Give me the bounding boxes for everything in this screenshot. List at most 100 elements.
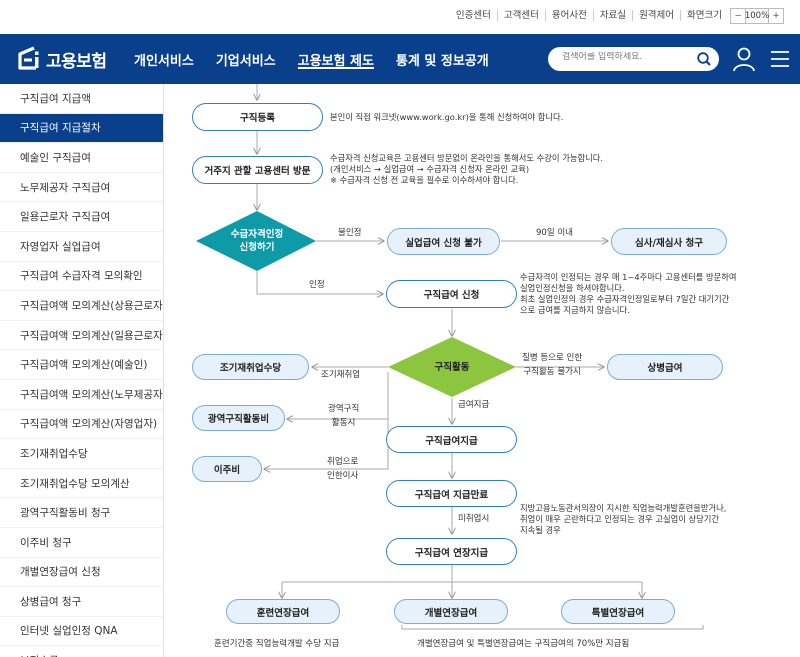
sidebar-item-moving-claim[interactable]: 이주비 청구 (0, 528, 163, 558)
note-visit-center: 수급자격 신청교육은 고용센터 방문없이 온라인을 통해서도 수강이 가능합니다… (330, 153, 603, 186)
node-individual-extension-label: 개별연장급여 (424, 607, 478, 619)
user-icon[interactable] (732, 46, 756, 72)
node-payment-expiry-label: 구직급여 지급만료 (414, 489, 489, 501)
node-job-registration: 구직등록 (192, 103, 323, 131)
note-benefit-application-line-1: 수급자격이 인정되는 경우 매 1~4주마다 고용센터를 방문하여 (520, 272, 737, 282)
note-benefit-application-line-2: 실업인정신청을 하셔야합니다. (520, 283, 625, 293)
nav-personal[interactable]: 개인서비스 (134, 34, 194, 84)
node-early-reemployment: 조기재취업수당 (192, 354, 309, 380)
label-approved: 인정 (309, 280, 325, 290)
sidebar-item-artist[interactable]: 예술인 구직급여 (0, 143, 163, 173)
node-wide-area-job-search-label: 광역구직활동비 (207, 414, 270, 425)
label-benefit-paid: 급여지급 (458, 400, 490, 410)
search-box (548, 47, 719, 71)
node-special-extension: 특별연장급여 (561, 599, 675, 624)
sidebar-item-early-reemployment[interactable]: 조기재취업수당 (0, 439, 163, 469)
zoom-control: − 100% + (730, 8, 784, 24)
node-sickness-benefit-label: 상병급여 (647, 363, 683, 374)
main-header: 고용보험 개인서비스 기업서비스 고용보험 제도 통계 및 정보공개 (0, 34, 800, 84)
note-payment-expiry: 지방고용노동관서의장이 지시한 직업능력개발훈련을받거나, 취업이 매우 곤란하… (520, 503, 726, 536)
search-input[interactable] (562, 52, 692, 62)
label-wide-area-line-1: 광역구직 (328, 404, 360, 414)
util-link-customer[interactable]: 고객센터 (496, 10, 545, 21)
node-benefit-payment-label: 구직급여지급 (425, 435, 478, 447)
note-payment-expiry-line-3: 지속될 경우 (520, 525, 561, 535)
node-job-search-activity: 구직활동 (412, 360, 492, 374)
zoom-value: 100% (744, 9, 770, 23)
note-benefit-application-line-3: 최초 실업인정의 경우 수급자격인정일로부터 7일간 대기기간 (520, 294, 730, 304)
sidebar-item-eligibility-check[interactable]: 구직급여 수급자격 모의확인 (0, 262, 163, 292)
note-payment-expiry-line-2: 취업이 매우 곤란하다고 인정되는 경우 고실업이 상당기간 (520, 514, 720, 524)
node-not-eligible-label: 실업급여 신청 불가 (405, 237, 482, 249)
footnote-extension: 개별연장급여 및 특별연장급여는 구직급여의 70%만 지급됨 (417, 639, 630, 649)
nav-insurance-system[interactable]: 고용보험 제도 (297, 34, 375, 84)
node-job-search-activity-label: 구직활동 (434, 361, 470, 373)
node-wide-area-job-search: 광역구직활동비 (192, 405, 285, 431)
util-link-auth[interactable]: 인증센터 (450, 10, 497, 21)
label-moving-condition: 취업으로 인한이사 (327, 455, 358, 483)
node-review-request: 심사/재심사 청구 (611, 228, 727, 255)
note-payment-expiry-line-1: 지방고용노동관서의장이 지시한 직업능력개발훈련을받거나, (520, 503, 727, 513)
sidebar-item-calc-artist[interactable]: 구직급여액 모의계산(예술인) (0, 350, 163, 380)
search-icon[interactable] (696, 51, 712, 67)
sidebar-item-fraud[interactable]: 부정수급 (0, 646, 163, 657)
label-moving-line-1: 취업으로 (327, 457, 359, 467)
footnote-training: 훈련기간중 직업능력개발 수당 지급 (214, 639, 340, 649)
nav-statistics[interactable]: 통계 및 정보공개 (396, 34, 489, 84)
sidebar-item-calc-labor-provider[interactable]: 구직급여액 모의계산(노무제공자) (0, 380, 163, 410)
note-visit-center-line-3: ※ 수급자격 신청 전 교육을 필수로 이수하셔야 합니다. (330, 175, 519, 185)
utility-bar: 인증센터 고객센터 용어사전 자료실 원격제어 화면크기 − 100% + (0, 0, 800, 34)
node-benefit-application: 구직급여 신청 (386, 280, 517, 308)
sidebar-item-early-reemployment-calc[interactable]: 조기재취업수당 모의계산 (0, 469, 163, 499)
sidebar-item-labor-provider[interactable]: 노무제공자 구직급여 (0, 173, 163, 203)
sidebar-item-payment-procedure[interactable]: 구직급여 지급절차 (0, 113, 163, 144)
sidebar-item-self-employed[interactable]: 자영업자 실업급여 (0, 232, 163, 262)
node-job-registration-label: 구직등록 (240, 113, 275, 124)
zoom-out-button[interactable]: − (731, 9, 745, 23)
label-rejected: 불인정 (338, 228, 362, 238)
util-link-glossary[interactable]: 용어사전 (544, 10, 593, 21)
note-benefit-application: 수급자격이 인정되는 경우 매 1~4주마다 고용센터를 방문하여 실업인정신청… (520, 272, 737, 316)
node-visit-center-label: 거주지 관할 고용센터 방문 (204, 166, 311, 177)
label-sickness-line-2: 구직활동 불가시 (523, 367, 581, 377)
node-visit-center: 거주지 관할 고용센터 방문 (192, 156, 323, 184)
util-link-screen-size: 화면크기 (680, 10, 728, 21)
node-training-extension: 훈련연장급여 (226, 599, 340, 624)
node-qualification-decision: 수급자격인정 신청하기 (210, 224, 304, 258)
label-sickness-line-1: 질병 등으로 인한 (522, 353, 583, 363)
label-early-reemployment: 조기재취업 (321, 370, 361, 380)
sidebar-item-wide-area-claim[interactable]: 광역구직활동비 청구 (0, 498, 163, 528)
sidebar-item-daily-worker[interactable]: 일용근로자 구직급여 (0, 202, 163, 232)
node-extended-payment-label: 구직급여 연장지급 (414, 547, 489, 559)
sidebar-item-calc-regular[interactable]: 구직급여액 모의계산(상용근로자) (0, 291, 163, 321)
nav-business[interactable]: 기업서비스 (216, 34, 276, 84)
sidebar-item-benefit-amount[interactable]: 구직급여 지급액 (0, 84, 163, 114)
label-wide-area-line-2: 활동시 (331, 418, 356, 428)
util-link-library[interactable]: 자료실 (592, 10, 632, 21)
sidebar-item-calc-self-employed[interactable]: 구직급여액 모의계산(자영업자) (0, 410, 163, 440)
note-job-registration: 본인이 직접 워크넷(www.work.go.kr)을 통해 신청하여야 합니다… (330, 112, 564, 122)
node-review-request-label: 심사/재심사 청구 (635, 237, 703, 249)
sidebar-item-online-qna[interactable]: 인터넷 실업인정 QNA (0, 617, 163, 647)
zoom-in-button[interactable]: + (769, 9, 783, 23)
node-extended-payment: 구직급여 연장지급 (386, 538, 517, 565)
label-moving-line-2: 인한이사 (327, 471, 359, 481)
main-nav: 개인서비스 기업서비스 고용보험 제도 통계 및 정보공개 (134, 34, 511, 84)
sidebar-item-sickness-claim[interactable]: 상병급여 청구 (0, 587, 163, 617)
label-wide-area-condition: 광역구직 활동시 (328, 402, 359, 430)
sidebar-item-individual-extension[interactable]: 개별연장급여 신청 (0, 558, 163, 588)
note-visit-center-line-1: 수급자격 신청교육은 고용센터 방문없이 온라인을 통해서도 수강이 가능합니다… (330, 153, 603, 163)
node-qualification-line-2: 신청하기 (239, 242, 275, 253)
sidebar-menu: 구직급여 지급액 구직급여 지급절차 예술인 구직급여 노무제공자 구직급여 일… (0, 84, 164, 657)
node-benefit-payment: 구직급여지급 (386, 426, 517, 453)
node-special-extension-label: 특별연장급여 (591, 607, 645, 619)
logo-mark-icon (14, 44, 42, 74)
hamburger-menu-icon[interactable] (770, 50, 790, 68)
node-benefit-application-label: 구직급여 신청 (423, 290, 480, 301)
label-sickness-condition: 질병 등으로 인한 구직활동 불가시 (522, 351, 582, 379)
node-sickness-benefit: 상병급여 (607, 354, 723, 380)
sidebar-item-calc-daily[interactable]: 구직급여액 모의계산(일용근로자) (0, 321, 163, 351)
node-moving-expense-label: 이주비 (213, 465, 241, 476)
util-link-remote[interactable]: 원격제어 (632, 10, 680, 21)
site-logo[interactable]: 고용보험 (14, 44, 107, 74)
